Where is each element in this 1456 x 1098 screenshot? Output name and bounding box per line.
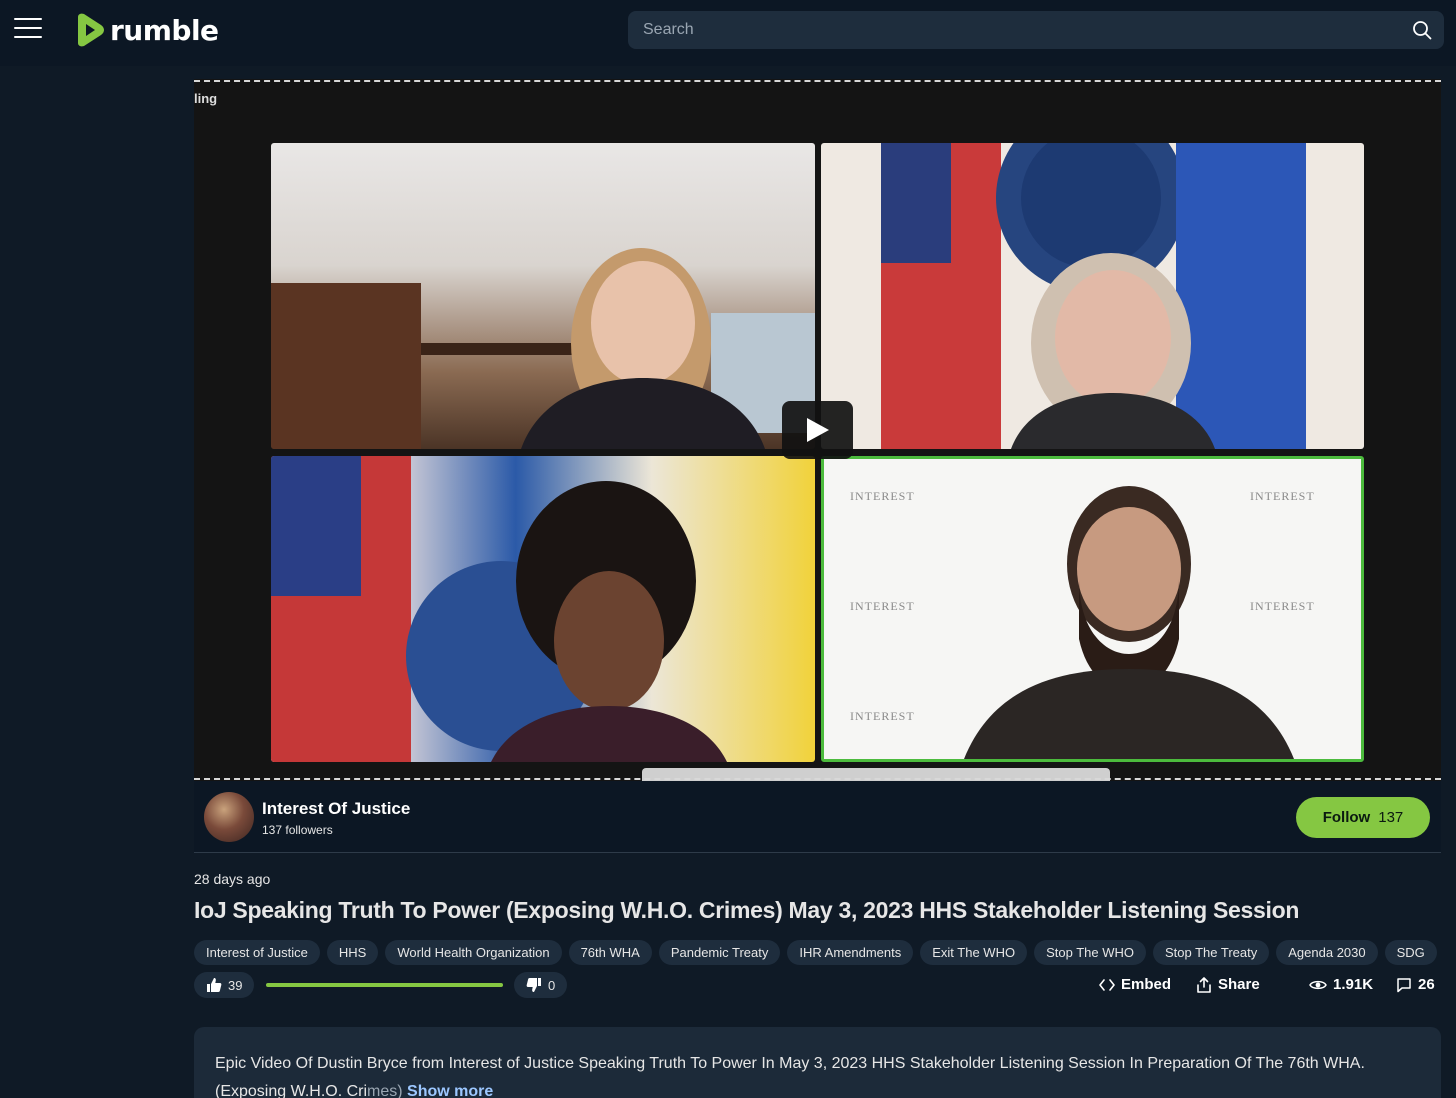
embed-button[interactable]: Embed xyxy=(1099,976,1171,993)
channel-name[interactable]: Interest Of Justice xyxy=(262,799,410,819)
follower-count: 137 followers xyxy=(262,823,333,837)
view-count: 1.91K xyxy=(1309,976,1373,993)
tag-chip[interactable]: World Health Organization xyxy=(385,940,562,965)
player-top-border xyxy=(194,80,1441,82)
search-icon[interactable] xyxy=(1412,20,1432,40)
play-icon xyxy=(807,418,829,442)
player-bottom-border xyxy=(194,778,1441,780)
menu-icon[interactable] xyxy=(14,18,42,40)
video-player[interactable]: ling INTEREST INTEREST INTEREST INTEREST… xyxy=(194,79,1441,781)
channel-avatar[interactable] xyxy=(204,792,254,842)
video-participant-tile-1 xyxy=(271,143,815,449)
show-more-link[interactable]: Show more xyxy=(407,1083,493,1098)
description-text: Epic Video Of Dustin Bryce from Interest… xyxy=(215,1055,1365,1072)
comment-icon xyxy=(1397,977,1411,992)
rumble-logo-icon xyxy=(78,13,104,47)
tag-chip[interactable]: HHS xyxy=(326,940,379,965)
eye-icon xyxy=(1309,980,1327,989)
tag-chip[interactable]: Exit The WHO xyxy=(920,940,1028,965)
view-count-value: 1.91K xyxy=(1333,976,1374,993)
participant-2-image xyxy=(881,143,1306,449)
participant-3-image xyxy=(271,456,727,762)
description-faded-text: mes) xyxy=(367,1083,403,1098)
share-icon xyxy=(1197,976,1211,993)
thumbs-down-icon xyxy=(526,978,541,992)
dislike-count: 0 xyxy=(548,977,556,993)
tag-chip[interactable]: Interest of Justice xyxy=(194,940,320,965)
participant-1-image xyxy=(271,248,815,449)
tag-chip[interactable]: Stop The Treaty xyxy=(1153,940,1270,965)
description-box: Epic Video Of Dustin Bryce from Interest… xyxy=(194,1027,1441,1098)
comment-count[interactable]: 26 xyxy=(1396,976,1435,993)
posted-date: 28 days ago xyxy=(194,871,271,887)
play-button[interactable] xyxy=(782,401,853,459)
tag-chip[interactable]: Stop The WHO xyxy=(1034,940,1146,965)
tag-chip[interactable]: Agenda 2030 xyxy=(1276,940,1378,965)
rumble-logo[interactable]: rumble xyxy=(74,12,219,48)
search-input[interactable] xyxy=(628,11,1398,49)
video-title: IoJ Speaking Truth To Power (Exposing W.… xyxy=(194,897,1300,923)
embed-label: Embed xyxy=(1121,976,1172,993)
video-participant-tile-2 xyxy=(821,143,1364,449)
tag-list: Interest of Justice HHS World Health Org… xyxy=(194,940,1444,965)
code-icon xyxy=(1099,978,1115,991)
participant-4-image xyxy=(964,486,1294,759)
description-line-2: (Exposing W.H.O. Crimes) Show more xyxy=(215,1078,1420,1098)
channel-row: Interest Of Justice 137 followers Follow… xyxy=(194,781,1441,853)
video-participant-tile-3 xyxy=(271,456,815,762)
search-bar xyxy=(628,11,1444,49)
description-continuation: (Exposing W.H.O. Cri xyxy=(215,1083,368,1098)
tag-chip[interactable]: 76th WHA xyxy=(568,940,652,965)
tag-chip[interactable]: SDG xyxy=(1384,940,1437,965)
video-participant-tile-4: INTEREST INTEREST INTEREST INTEREST INTE… xyxy=(821,456,1364,762)
action-bar: 39 0 Embed Share 1.91K 26 xyxy=(194,972,1441,998)
tag-chip[interactable]: Pandemic Treaty xyxy=(658,940,781,965)
like-ratio-bar xyxy=(266,983,503,987)
share-label: Share xyxy=(1218,976,1260,993)
follow-count: 137 xyxy=(1378,809,1404,826)
player-corner-text: ling xyxy=(194,91,218,106)
like-button[interactable]: 39 xyxy=(194,972,255,998)
dislike-button[interactable]: 0 xyxy=(514,972,568,998)
tag-chip[interactable]: IHR Amendments xyxy=(787,940,914,965)
thumbs-up-icon xyxy=(207,978,222,992)
comment-count-value: 26 xyxy=(1418,976,1435,993)
logo-text: rumble xyxy=(110,13,219,47)
follow-label: Follow xyxy=(1322,809,1371,826)
share-button[interactable]: Share xyxy=(1196,976,1260,993)
follow-button[interactable]: Follow 137 xyxy=(1296,797,1430,838)
top-header: rumble xyxy=(0,0,1456,66)
like-count: 39 xyxy=(228,977,243,993)
